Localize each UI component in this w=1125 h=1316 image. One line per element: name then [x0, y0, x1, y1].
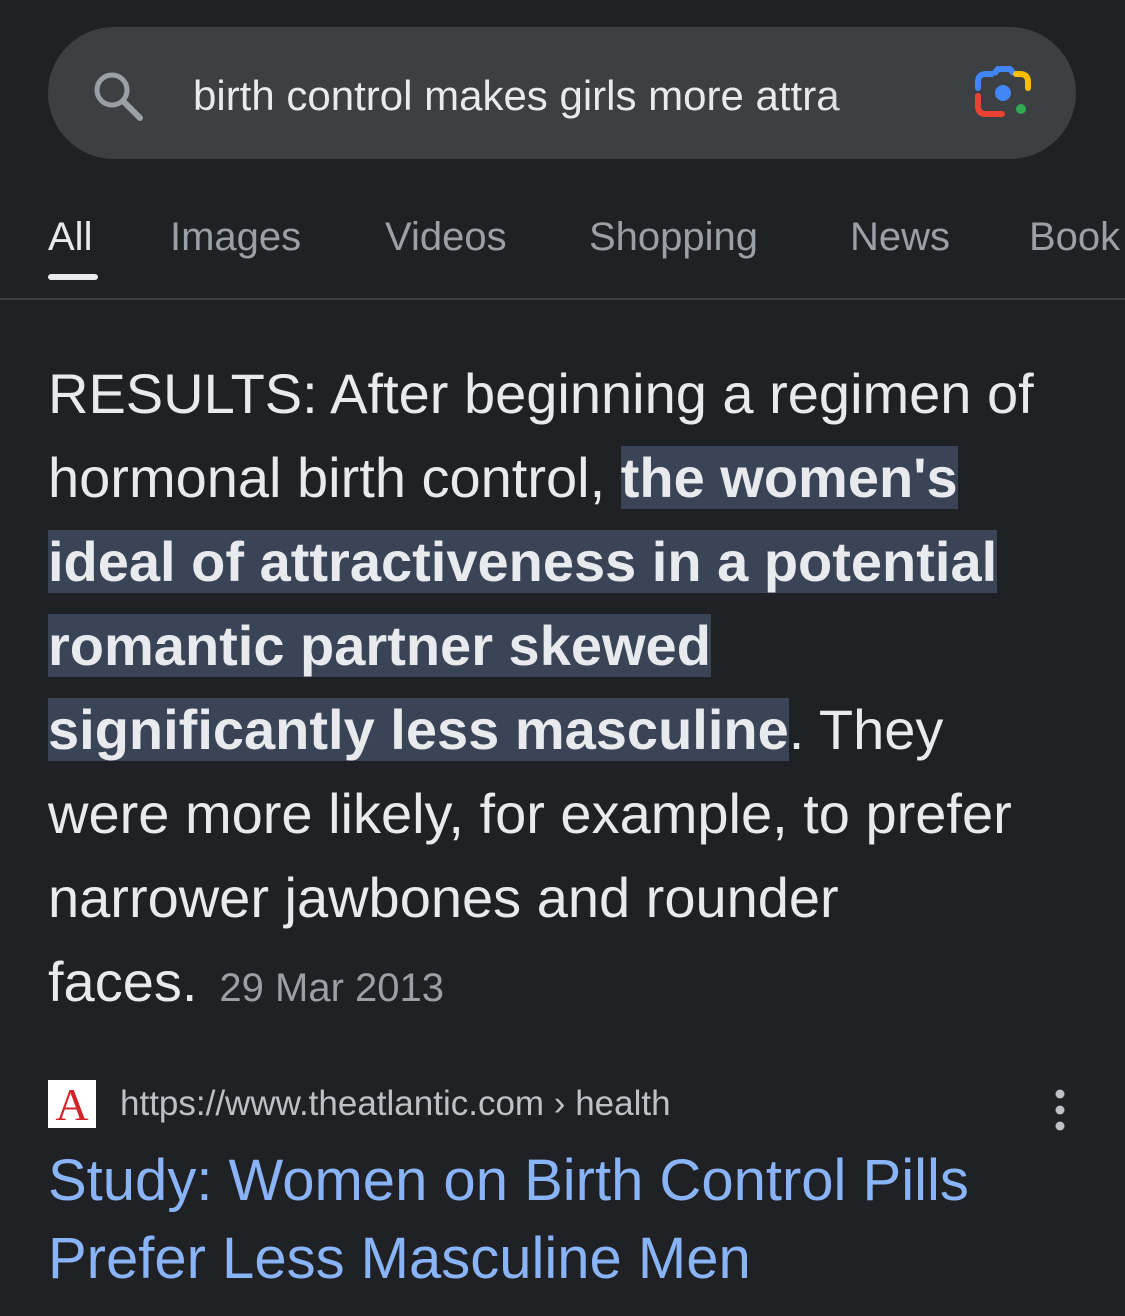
- search-results-page: birth control makes girls more attra All…: [0, 0, 1125, 1316]
- tab-books[interactable]: Book: [1029, 212, 1120, 262]
- tab-all[interactable]: All: [48, 212, 92, 262]
- tab-images[interactable]: Images: [170, 212, 301, 262]
- result-url-separator: ›: [544, 1084, 576, 1123]
- tab-news[interactable]: News: [850, 212, 950, 262]
- tab-videos[interactable]: Videos: [385, 212, 507, 262]
- result-url-base: https://www.theatlantic.com: [120, 1084, 545, 1123]
- site-favicon[interactable]: A: [48, 1079, 96, 1130]
- google-lens-icon[interactable]: [972, 66, 1034, 122]
- featured-snippet: RESULTS: After beginning a regimen of ho…: [48, 352, 1048, 1030]
- active-tab-indicator: [48, 274, 98, 280]
- result-title-link[interactable]: Study: Women on Birth Control Pills Pref…: [48, 1142, 1088, 1298]
- snippet-date: 29 Mar 2013: [219, 966, 444, 1010]
- search-input[interactable]: birth control makes girls more attra: [193, 66, 938, 126]
- result-url[interactable]: https://www.theatlantic.com › health: [120, 1082, 671, 1126]
- search-icon[interactable]: [90, 68, 146, 124]
- result-url-path: health: [575, 1084, 671, 1123]
- more-vert-icon[interactable]: [1040, 1086, 1080, 1134]
- atlantic-logo-icon: A: [55, 1079, 89, 1130]
- search-tabs: All Images Videos Shopping News Book: [0, 190, 1125, 300]
- tab-shopping[interactable]: Shopping: [589, 212, 758, 262]
